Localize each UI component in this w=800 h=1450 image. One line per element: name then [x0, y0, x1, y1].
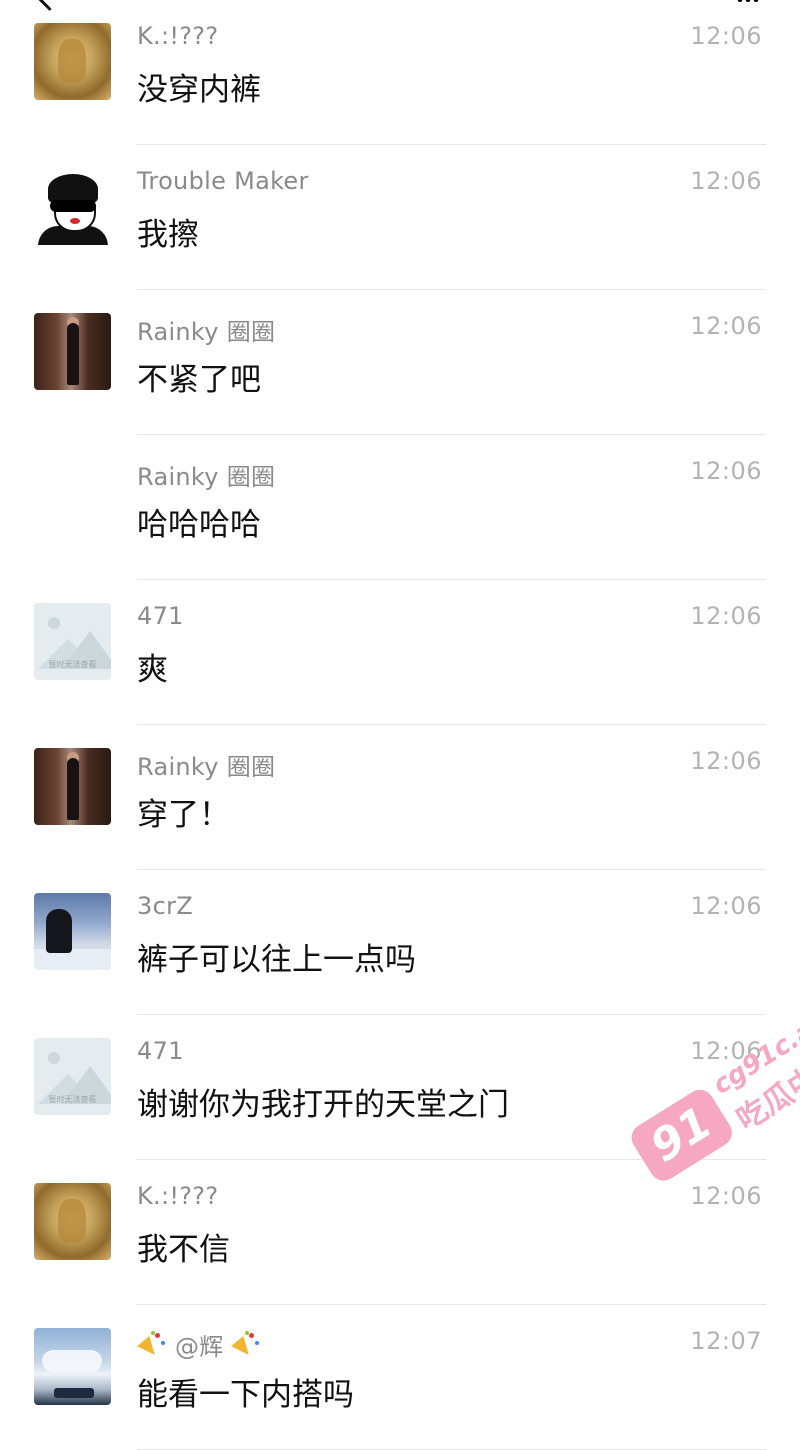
message-item[interactable]: K.:!??? 12:06 我不信: [0, 1160, 800, 1305]
message-text: 能看一下内搭吗: [137, 1377, 354, 1413]
message-text: 裤子可以往上一点吗: [137, 942, 416, 978]
message-item[interactable]: 暂时无法查看 471 12:06 谢谢你为我打开的天堂之门: [0, 1015, 800, 1160]
message-text: 穿了！: [137, 797, 230, 833]
snow-person-avatar[interactable]: [34, 893, 111, 970]
message-item[interactable]: K.:!??? 12:06 没穿内裤: [0, 0, 800, 145]
message-text: 爽: [137, 652, 168, 688]
sender-name: Trouble Maker: [137, 167, 309, 195]
gold-artwork-avatar[interactable]: [34, 1183, 111, 1260]
message-item[interactable]: 3crZ 12:06 裤子可以往上一点吗: [0, 870, 800, 1015]
message-text: 谢谢你为我打开的天堂之门: [137, 1087, 509, 1123]
sunglasses-man-avatar[interactable]: [34, 168, 111, 245]
sender-name: Rainky 圈圈: [137, 463, 276, 491]
message-time: 12:06: [690, 602, 762, 630]
sky-clouds-avatar[interactable]: [34, 1328, 111, 1405]
message-time: 12:06: [690, 1037, 762, 1065]
message-text: 哈哈哈哈: [137, 507, 261, 543]
sender-name: 471: [137, 1037, 184, 1065]
image-placeholder-avatar[interactable]: 暂时无法查看: [34, 1038, 111, 1115]
party-popper-icon: [137, 1331, 167, 1361]
message-text: 没穿内裤: [137, 72, 261, 108]
sender-name: K.:!???: [137, 1182, 219, 1210]
image-placeholder-avatar[interactable]: 暂时无法查看: [34, 603, 111, 680]
message-text: 我擦: [137, 217, 199, 253]
sender-name: Rainky 圈圈: [137, 318, 276, 346]
message-item[interactable]: 暂时无法查看 471 12:06 爽: [0, 580, 800, 725]
placeholder-text: 暂时无法查看: [48, 1095, 97, 1104]
sender-name: @辉: [137, 1327, 261, 1362]
sender-name: Rainky 圈圈: [137, 753, 276, 781]
sender-name: 471: [137, 602, 184, 630]
sender-name: K.:!???: [137, 22, 219, 50]
message-item[interactable]: Rainky 圈圈 12:06 不紧了吧: [0, 290, 800, 435]
message-item[interactable]: @辉 12:07 能看一下内搭吗: [0, 1305, 800, 1450]
message-item[interactable]: Rainky 圈圈 12:06 哈哈哈哈: [0, 435, 800, 580]
message-time: 12:06: [690, 1182, 762, 1210]
message-time: 12:06: [690, 892, 762, 920]
sender-name: 3crZ: [137, 892, 193, 920]
message-time: 12:06: [690, 167, 762, 195]
message-text: 我不信: [137, 1232, 230, 1268]
woman-photo-avatar[interactable]: [34, 748, 111, 825]
message-item[interactable]: Rainky 圈圈 12:06 穿了！: [0, 725, 800, 870]
placeholder-text: 暂时无法查看: [48, 660, 97, 669]
party-popper-icon: [231, 1331, 261, 1361]
message-item[interactable]: Trouble Maker 12:06 我擦: [0, 145, 800, 290]
gold-artwork-avatar[interactable]: [34, 23, 111, 100]
woman-photo-avatar[interactable]: [34, 313, 111, 390]
message-time: 12:06: [690, 22, 762, 50]
message-time: 12:06: [690, 747, 762, 775]
sender-name-text: @辉: [174, 1333, 224, 1361]
message-text: 不紧了吧: [137, 362, 261, 398]
message-time: 12:06: [690, 312, 762, 340]
message-time: 12:06: [690, 457, 762, 485]
message-time: 12:07: [690, 1327, 762, 1355]
